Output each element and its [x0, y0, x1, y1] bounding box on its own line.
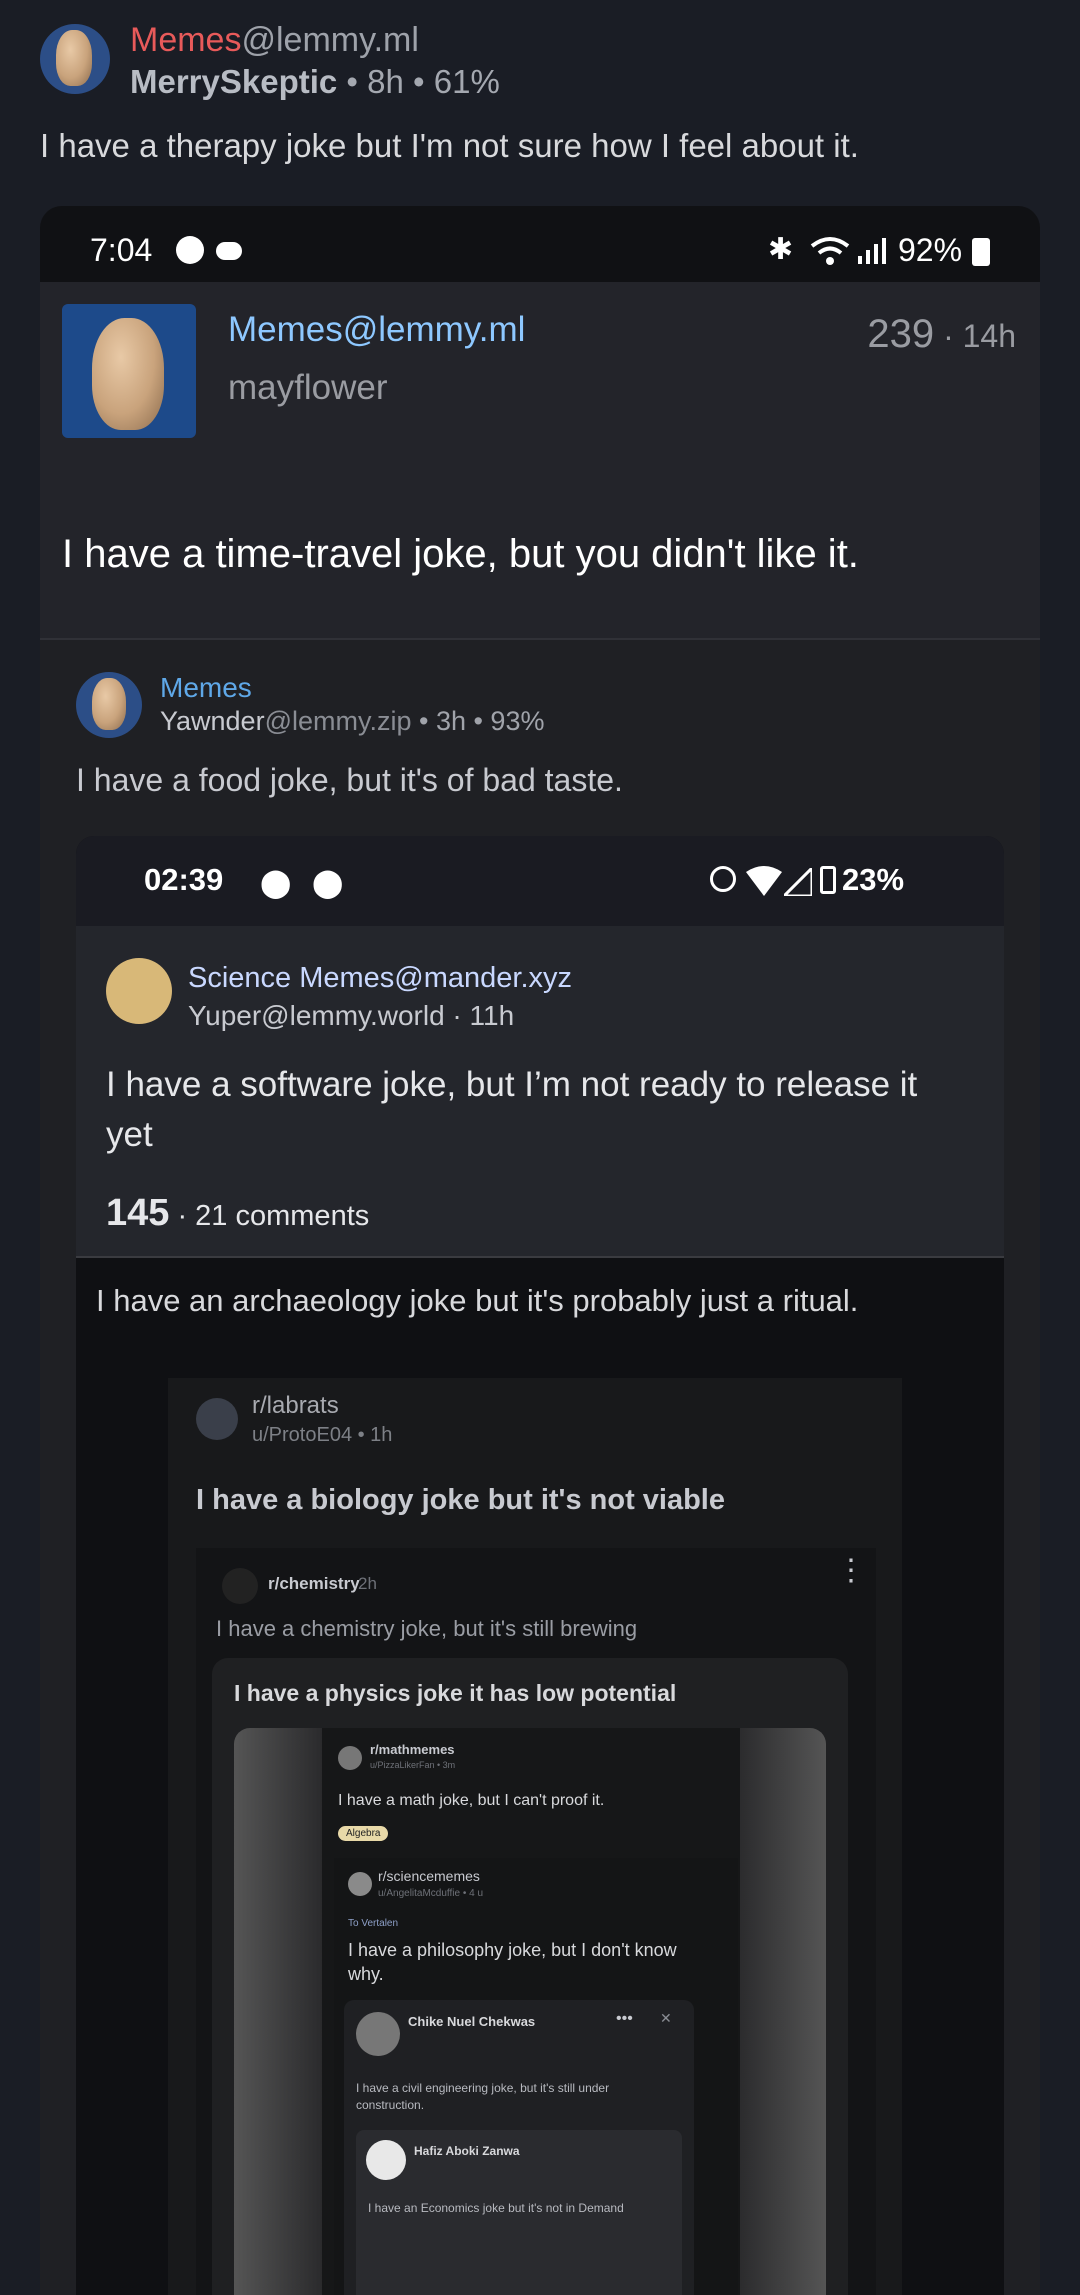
sciencememes-subreddit[interactable]: r/sciencememes	[378, 1868, 480, 1884]
age-1: · 14h	[934, 318, 1016, 354]
hafiz-avatar[interactable]	[366, 2140, 406, 2180]
mathmemes-user[interactable]: u/PizzaLikerFan • 3m	[370, 1760, 455, 1770]
outer-community-line[interactable]: Memes@lemmy.ml	[130, 18, 419, 62]
community-avatar-1[interactable]	[62, 304, 196, 438]
physics-title[interactable]: I have a physics joke it has low potenti…	[234, 1680, 676, 1707]
battery-icon-1	[972, 238, 990, 266]
chike-avatar[interactable]	[356, 2012, 400, 2056]
wifi-icon	[810, 237, 850, 265]
chike-name[interactable]: Chike Nuel Chekwas	[408, 2014, 535, 2029]
score-1: 239	[867, 312, 935, 356]
post2-community[interactable]: Memes	[160, 672, 252, 704]
close-icon-8[interactable]: ✕	[660, 2010, 672, 2027]
hafiz-name[interactable]: Hafiz Aboki Zanwa	[414, 2144, 520, 2158]
battery-text-2: 23%	[842, 862, 905, 897]
post2-avatar[interactable]	[76, 672, 142, 738]
dnd-icon	[710, 866, 736, 892]
labrats-user[interactable]: u/ProtoE04 • 1h	[252, 1424, 392, 1447]
screenshot-2: 02:39 ⬤ ⬤ 23% Science Memes@mander.xyz Y…	[76, 836, 1004, 2295]
signal-icon-2	[784, 868, 812, 896]
labrats-subreddit[interactable]: r/labrats	[252, 1392, 339, 1420]
post-title-2[interactable]: I have a software joke, but I’m not read…	[106, 1060, 926, 1160]
cloud-icon	[216, 242, 242, 260]
outer-community[interactable]: Memes	[130, 21, 241, 59]
score-2: 145	[106, 1192, 170, 1234]
screenshot-3: r/labrats u/ProtoE04 • 1h I have a biolo…	[168, 1378, 902, 2295]
author-1[interactable]: mayflower	[228, 368, 387, 408]
wifi-icon-2	[746, 866, 782, 896]
reply-2: I have an archaeology joke but it's prob…	[96, 1283, 859, 1318]
outer-author[interactable]: MerrySkeptic	[130, 63, 337, 100]
divider-1	[40, 638, 1040, 640]
chemistry-title[interactable]: I have a chemistry joke, but it's still …	[216, 1616, 637, 1642]
flair-badge: Algebra	[338, 1826, 389, 1841]
community-name-2[interactable]: Science Memes@mander.xyz	[188, 962, 572, 995]
divider-2	[76, 1256, 1004, 1258]
outer-avatar[interactable]	[40, 24, 110, 94]
post-title-1[interactable]: I have a time-travel joke, but you didn'…	[62, 532, 859, 577]
mathmemes-avatar[interactable]	[338, 1746, 362, 1770]
outer-meta-line: MerrySkeptic • 8h • 61%	[130, 60, 500, 104]
post2-meta: • 3h • 93%	[411, 706, 545, 736]
more-options-icon[interactable]: ⋮	[836, 1556, 866, 1586]
screenshot-1: 7:04 ✱ 92% Memes@lemmy.ml mayflower 239 …	[40, 206, 1040, 2295]
outer-body: I have a therapy joke but I'm not sure h…	[40, 127, 859, 164]
status-time-2: 02:39	[144, 862, 224, 897]
post2-author[interactable]: Yawnder	[160, 706, 265, 736]
economics-body: I have an Economics joke but it's not in…	[368, 2201, 624, 2215]
screenshot-7: r/sciencememes u/AngelitaMcduffie • 4 u …	[334, 1858, 738, 2295]
comments-2[interactable]: · 21 comments	[169, 1200, 369, 1232]
status-time-1: 7:04	[90, 232, 153, 268]
chemistry-subreddit[interactable]: r/chemistry	[268, 1574, 360, 1594]
outer-instance: @lemmy.ml	[241, 21, 419, 59]
score-line-1: 239 · 14h	[867, 312, 1016, 357]
chemistry-age: 2h	[358, 1574, 377, 1593]
mathmemes-subreddit[interactable]: r/mathmemes	[370, 1742, 455, 1757]
chemistry-avatar[interactable]	[222, 1568, 258, 1604]
screenshot-8: Chike Nuel Chekwas ••• ✕ I have a civil …	[344, 2000, 694, 2295]
sciencememes-user[interactable]: u/AngelitaMcduffie • 4 u	[378, 1888, 483, 1899]
screenshot-4: r/chemistry 2h ⋮ I have a chemistry joke…	[196, 1548, 876, 2295]
philosophy-title[interactable]: I have a philosophy joke, but I don't kn…	[348, 1938, 688, 1986]
labrats-title[interactable]: I have a biology joke but it's not viabl…	[196, 1484, 725, 1517]
battery-icon-2	[820, 866, 836, 894]
community-name-1[interactable]: Memes@lemmy.ml	[228, 310, 525, 350]
score-line-2: 145 · 21 comments	[106, 1192, 369, 1235]
soccer-ball-icon	[176, 236, 204, 264]
screenshot-6: r/mathmemes u/PizzaLikerFan • 3m I have …	[234, 1728, 826, 2295]
location-pin-icon-2: ⬤	[312, 867, 344, 898]
location-pin-icon: ⬤	[260, 867, 292, 898]
bluetooth-icon: ✱	[768, 233, 794, 266]
civil-body: I have a civil engineering joke, but it'…	[356, 2081, 610, 2112]
post2-instance: @lemmy.zip	[264, 706, 412, 736]
outer-meta: • 8h • 61%	[337, 63, 500, 100]
science-memes-avatar[interactable]	[106, 958, 172, 1024]
translate-link[interactable]: To Vertalen	[348, 1918, 398, 1929]
author-2[interactable]: Yuper@lemmy.world · 11h	[188, 1000, 514, 1032]
more-icon-8[interactable]: •••	[616, 2010, 633, 2028]
labrats-avatar[interactable]	[196, 1398, 238, 1440]
math-title[interactable]: I have a math joke, but I can't proof it…	[338, 1792, 604, 1810]
sciencememes-avatar[interactable]	[348, 1872, 372, 1896]
post2-body: I have a food joke, but it's of bad tast…	[76, 762, 623, 798]
screenshot-5: I have a physics joke it has low potenti…	[212, 1658, 848, 2295]
screenshot-9: Hafiz Aboki Zanwa I have an Economics jo…	[356, 2130, 682, 2295]
signal-icon	[858, 238, 886, 264]
post2-meta-line: Yawnder@lemmy.zip • 3h • 93%	[160, 706, 544, 737]
battery-text-1: 92%	[898, 232, 963, 268]
